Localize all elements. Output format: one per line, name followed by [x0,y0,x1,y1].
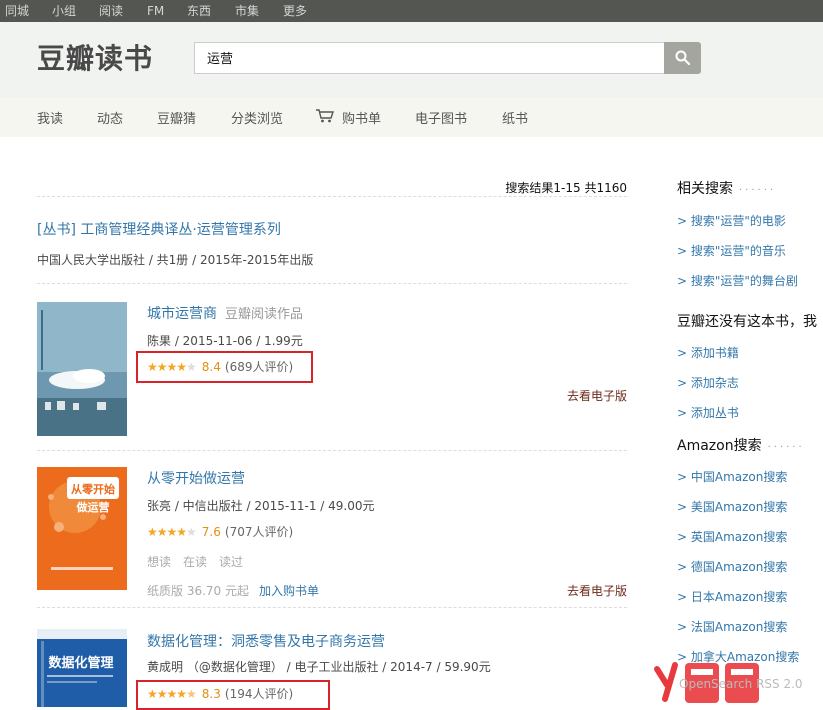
related-search-heading: 相关搜索 ······ [677,181,777,197]
related-music-link[interactable]: > 搜索"运营"的音乐 [677,242,786,259]
related-movie-link[interactable]: > 搜索"运营"的电影 [677,212,786,229]
svg-text:从零开始: 从零开始 [71,482,115,496]
result-count: 搜索结果1-15 共1160 [505,181,627,195]
book-cover-2[interactable]: 从零开始 做运营 [37,467,127,590]
search-input[interactable] [207,50,647,65]
amazon-cn-link[interactable]: > 中国Amazon搜索 [677,468,787,485]
subnav-guess[interactable]: 豆瓣猜 [157,108,196,127]
divider [37,607,627,608]
add-series-link[interactable]: > 添加丛书 [677,404,739,421]
subnav-paper-books[interactable]: 纸书 [502,108,528,127]
global-nav-read[interactable]: 阅读 [99,3,123,19]
subnav-activity[interactable]: 动态 [97,108,123,127]
book-title-link-1[interactable]: 城市运营商 豆瓣阅读作品 [147,303,303,323]
reading-link[interactable]: 在读 [183,555,207,569]
book-title-link-2[interactable]: 从零开始做运营 [147,468,245,488]
global-nav-market[interactable]: 市集 [235,3,259,19]
amazon-search-heading: Amazon搜索 ······ [677,438,805,454]
amazon-de-link[interactable]: > 德国Amazon搜索 [677,558,787,575]
paper-price: 纸质版 36.70 元起 [147,584,249,598]
book-cover-3[interactable]: 数据化管理 [37,629,127,707]
amazon-us-link[interactable]: > 美国Amazon搜索 [677,498,787,515]
global-nav-tongcheng[interactable]: 同城 [5,3,29,19]
svg-text:做运营: 做运营 [76,500,110,514]
global-nav-fm[interactable]: FM [147,3,164,19]
reading-status-links: 想读 在读 读过 [147,553,255,570]
no-book-heading: 豆瓣还没有这本书，我 [677,314,817,330]
price-line-2: 纸质版 36.70 元起 加入购书单 [147,582,319,599]
svg-text:数据化管理: 数据化管理 [48,655,113,671]
add-book-link[interactable]: > 添加书籍 [677,344,739,361]
highlight-box [136,680,330,710]
watermark-logo: OpenSearch RSS 2.0 [651,655,821,707]
highlight-box [136,351,313,383]
subnav-book-list[interactable]: 购书单 [342,108,381,127]
want-to-read-link[interactable]: 想读 [147,555,171,569]
amazon-uk-link[interactable]: > 英国Amazon搜索 [677,528,787,545]
add-magazine-link[interactable]: > 添加杂志 [677,374,739,391]
cart-icon [315,109,335,126]
search-icon [675,50,690,65]
divider [37,283,627,284]
subnav-ebooks[interactable]: 电子图书 [415,108,467,127]
header: 豆瓣读书 [0,22,823,97]
douban-books-logo[interactable]: 豆瓣读书 [37,42,153,76]
global-nav-group[interactable]: 小组 [52,3,76,19]
search-box [194,42,665,74]
sub-nav: 我读 动态 豆瓣猜 分类浏览 购书单 电子图书 纸书 [0,97,823,137]
add-to-booklist-link[interactable]: 加入购书单 [259,584,319,598]
book-cover-1[interactable] [37,302,127,436]
opensearch-rss-text: OpenSearch RSS 2.0 [679,677,803,691]
book-rating-2: ★★★★★ 7.6 (707人评价) [147,525,294,539]
view-ebook-link-2[interactable]: 去看电子版 [567,582,627,599]
have-read-link[interactable]: 读过 [219,555,243,569]
amazon-fr-link[interactable]: > 法国Amazon搜索 [677,618,787,635]
subnav-browse[interactable]: 分类浏览 [231,108,283,127]
book-tag: 豆瓣阅读作品 [225,307,304,322]
rating-stars-icon: ★★★★★ [147,525,197,539]
book-meta-2: 张亮 / 中信出版社 / 2015-11-1 / 49.00元 [147,499,375,513]
global-nav: 同城 小组 阅读 FM 东西 市集 更多 [0,0,823,22]
divider [37,450,627,451]
search-button[interactable] [664,42,701,74]
amazon-jp-link[interactable]: > 日本Amazon搜索 [677,588,787,605]
book-title-link-3[interactable]: 数据化管理：洞悉零售及电子商务运营 [147,631,385,651]
global-nav-more[interactable]: 更多 [283,3,307,19]
series-title-link[interactable]: [丛书] 工商管理经典译丛·运营管理系列 [37,219,281,239]
book-meta-1: 陈果 / 2015-11-06 / 1.99元 [147,334,303,348]
divider [37,196,627,197]
view-ebook-link-1[interactable]: 去看电子版 [567,387,627,404]
subnav-my-reading[interactable]: 我读 [37,108,63,127]
book-meta-3: 黄成明 （@数据化管理） / 电子工业出版社 / 2014-7 / 59.90元 [147,660,491,674]
series-meta: 中国人民大学出版社 / 共1册 / 2015年-2015年出版 [37,253,314,267]
global-nav-things[interactable]: 东西 [187,3,211,19]
related-drama-link[interactable]: > 搜索"运营"的舞台剧 [677,272,798,289]
